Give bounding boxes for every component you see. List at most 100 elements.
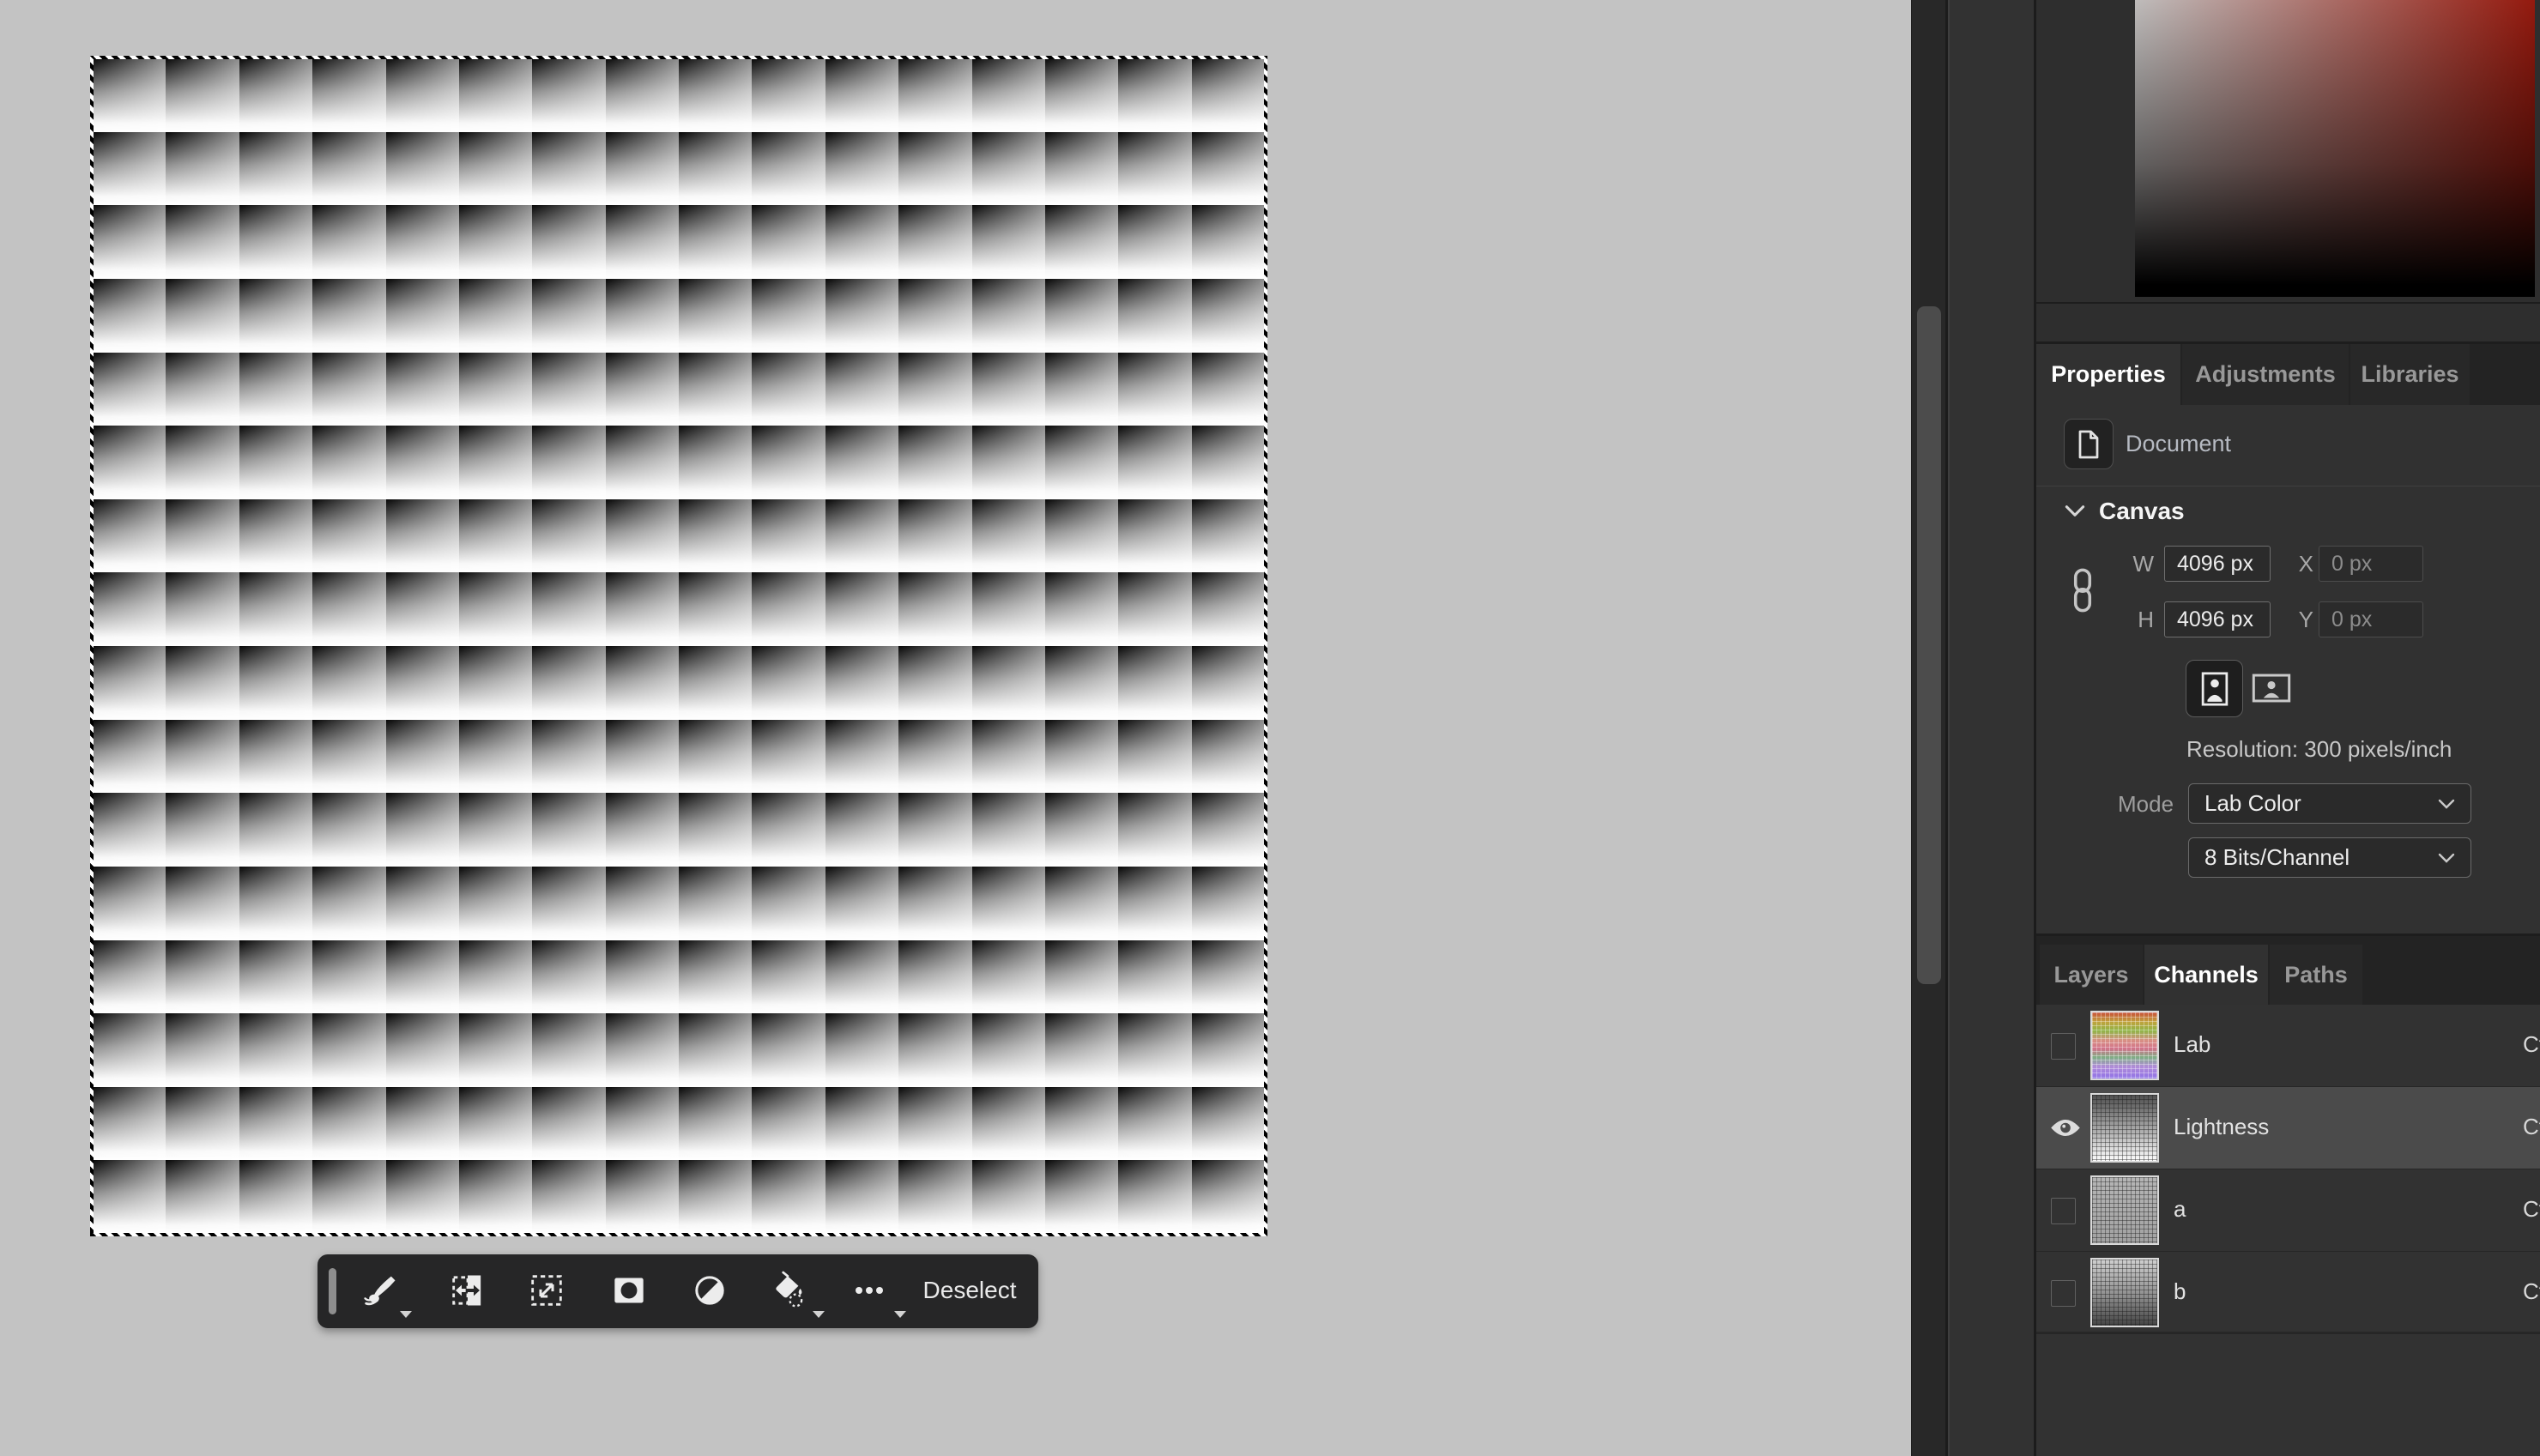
chevron-down-icon[interactable] (2065, 504, 2085, 522)
channel-row-lab[interactable]: Lab Ct (2036, 1005, 2540, 1087)
canvas-tile (312, 1013, 385, 1087)
canvas-tile (166, 1160, 239, 1234)
canvas-tile (532, 720, 605, 794)
canvas-tile (972, 499, 1045, 573)
mask-icon (612, 1273, 646, 1308)
invert-selection-button[interactable] (685, 1266, 735, 1315)
canvas-tile (972, 1087, 1045, 1161)
channel-shortcut: Ct (2523, 1114, 2540, 1140)
canvas-tile (239, 1013, 312, 1087)
color-picker-field[interactable] (2135, 0, 2535, 297)
canvas-tile (1118, 1160, 1191, 1234)
eye-icon[interactable] (2049, 1117, 2082, 1143)
canvas-tile (166, 867, 239, 940)
canvas-tile (752, 793, 825, 867)
channel-thumbnail[interactable] (2090, 1258, 2159, 1327)
canvas-tile (166, 426, 239, 499)
canvas-tile (93, 940, 166, 1014)
canvas-tile (972, 793, 1045, 867)
expand-selection-button[interactable] (443, 1266, 493, 1315)
brush-dropdown-arrow-icon[interactable] (400, 1311, 412, 1318)
visibility-checkbox[interactable] (2051, 1280, 2076, 1307)
bit-depth-select[interactable]: 8 Bits/Channel (2188, 837, 2471, 878)
visibility-checkbox[interactable] (2051, 1033, 2076, 1060)
canvas-tile (459, 58, 532, 132)
color-mode-select[interactable]: Lab Color (2188, 783, 2471, 824)
canvas-tile (826, 426, 898, 499)
x-input[interactable] (2319, 546, 2423, 582)
tab-adjustments[interactable]: Adjustments (2182, 344, 2349, 405)
drag-handle[interactable] (329, 1268, 336, 1314)
canvas-tile (459, 279, 532, 353)
canvas-tile (93, 572, 166, 646)
channel-thumbnail[interactable] (2090, 1093, 2159, 1163)
canvas-tile (386, 867, 459, 940)
canvas-tile (752, 353, 825, 426)
canvas-tile (826, 572, 898, 646)
canvas-tile (972, 572, 1045, 646)
create-mask-button[interactable] (604, 1266, 654, 1315)
width-input[interactable] (2164, 546, 2271, 582)
canvas-tile (1045, 940, 1118, 1014)
canvas-tile (898, 1013, 971, 1087)
tab-label: Layers (2053, 962, 2128, 988)
canvas-tile (898, 279, 971, 353)
canvas-tile (1045, 499, 1118, 573)
canvas-tile (532, 1160, 605, 1234)
canvas-tile (898, 1160, 971, 1234)
canvas-tile (166, 132, 239, 206)
canvas-tile (1118, 720, 1191, 794)
canvas-tile (972, 426, 1045, 499)
brush-button[interactable] (355, 1266, 405, 1315)
canvas-image[interactable] (93, 58, 1265, 1234)
tab-label: Channels (2154, 962, 2259, 988)
canvas-tile (826, 720, 898, 794)
canvas-tile (679, 1160, 752, 1234)
canvas-tile (166, 1087, 239, 1161)
visibility-checkbox[interactable] (2051, 1198, 2076, 1224)
canvas-tile (752, 426, 825, 499)
expand-selection-icon (450, 1272, 486, 1308)
channel-thumbnail[interactable] (2090, 1011, 2159, 1080)
canvas-tile (459, 1160, 532, 1234)
document-scrollbar-track[interactable] (1911, 0, 1946, 1456)
document-scrollbar-thumb[interactable] (1917, 306, 1941, 984)
tab-properties[interactable]: Properties (2036, 344, 2180, 405)
tab-channels[interactable]: Channels (2144, 945, 2268, 1005)
canvas-tile (459, 1087, 532, 1161)
tab-layers[interactable]: Layers (2040, 945, 2143, 1005)
deselect-button[interactable]: Deselect (911, 1266, 1028, 1315)
transform-selection-button[interactable] (522, 1266, 572, 1315)
canvas-tile (1045, 720, 1118, 794)
canvas-tile (826, 279, 898, 353)
channel-row-b[interactable]: b Ct (2036, 1252, 2540, 1334)
canvas-tile (1192, 58, 1265, 132)
channel-thumbnail[interactable] (2090, 1175, 2159, 1245)
more-options-dropdown-arrow-icon[interactable] (894, 1311, 906, 1318)
fill-dropdown-arrow-icon[interactable] (813, 1311, 825, 1318)
canvas-tile (312, 426, 385, 499)
landscape-icon (2252, 673, 2291, 704)
portrait-orientation-button[interactable] (2186, 660, 2243, 717)
canvas-tile (532, 867, 605, 940)
canvas-tile (93, 205, 166, 279)
canvas-tile (239, 353, 312, 426)
channel-row-lightness[interactable]: Lightness Ct (2036, 1087, 2540, 1169)
portrait-icon (2201, 671, 2229, 707)
height-input[interactable] (2164, 601, 2271, 637)
landscape-orientation-button[interactable] (2251, 671, 2292, 705)
more-options-button[interactable] (844, 1266, 894, 1315)
canvas-area[interactable] (93, 58, 1265, 1234)
fill-selection-button[interactable] (765, 1266, 814, 1315)
tab-paths[interactable]: Paths (2270, 945, 2362, 1005)
constrain-proportions-icon[interactable] (2072, 568, 2093, 617)
panel-dock-gutter (1948, 0, 2034, 1456)
y-input[interactable] (2319, 601, 2423, 637)
canvas-tile (679, 646, 752, 720)
channel-row-a[interactable]: a Ct (2036, 1169, 2540, 1252)
document-type-button[interactable] (2064, 419, 2114, 469)
tab-libraries[interactable]: Libraries (2350, 344, 2470, 405)
canvas-tile (312, 1160, 385, 1234)
canvas-tile (1118, 353, 1191, 426)
canvas-tile (312, 353, 385, 426)
